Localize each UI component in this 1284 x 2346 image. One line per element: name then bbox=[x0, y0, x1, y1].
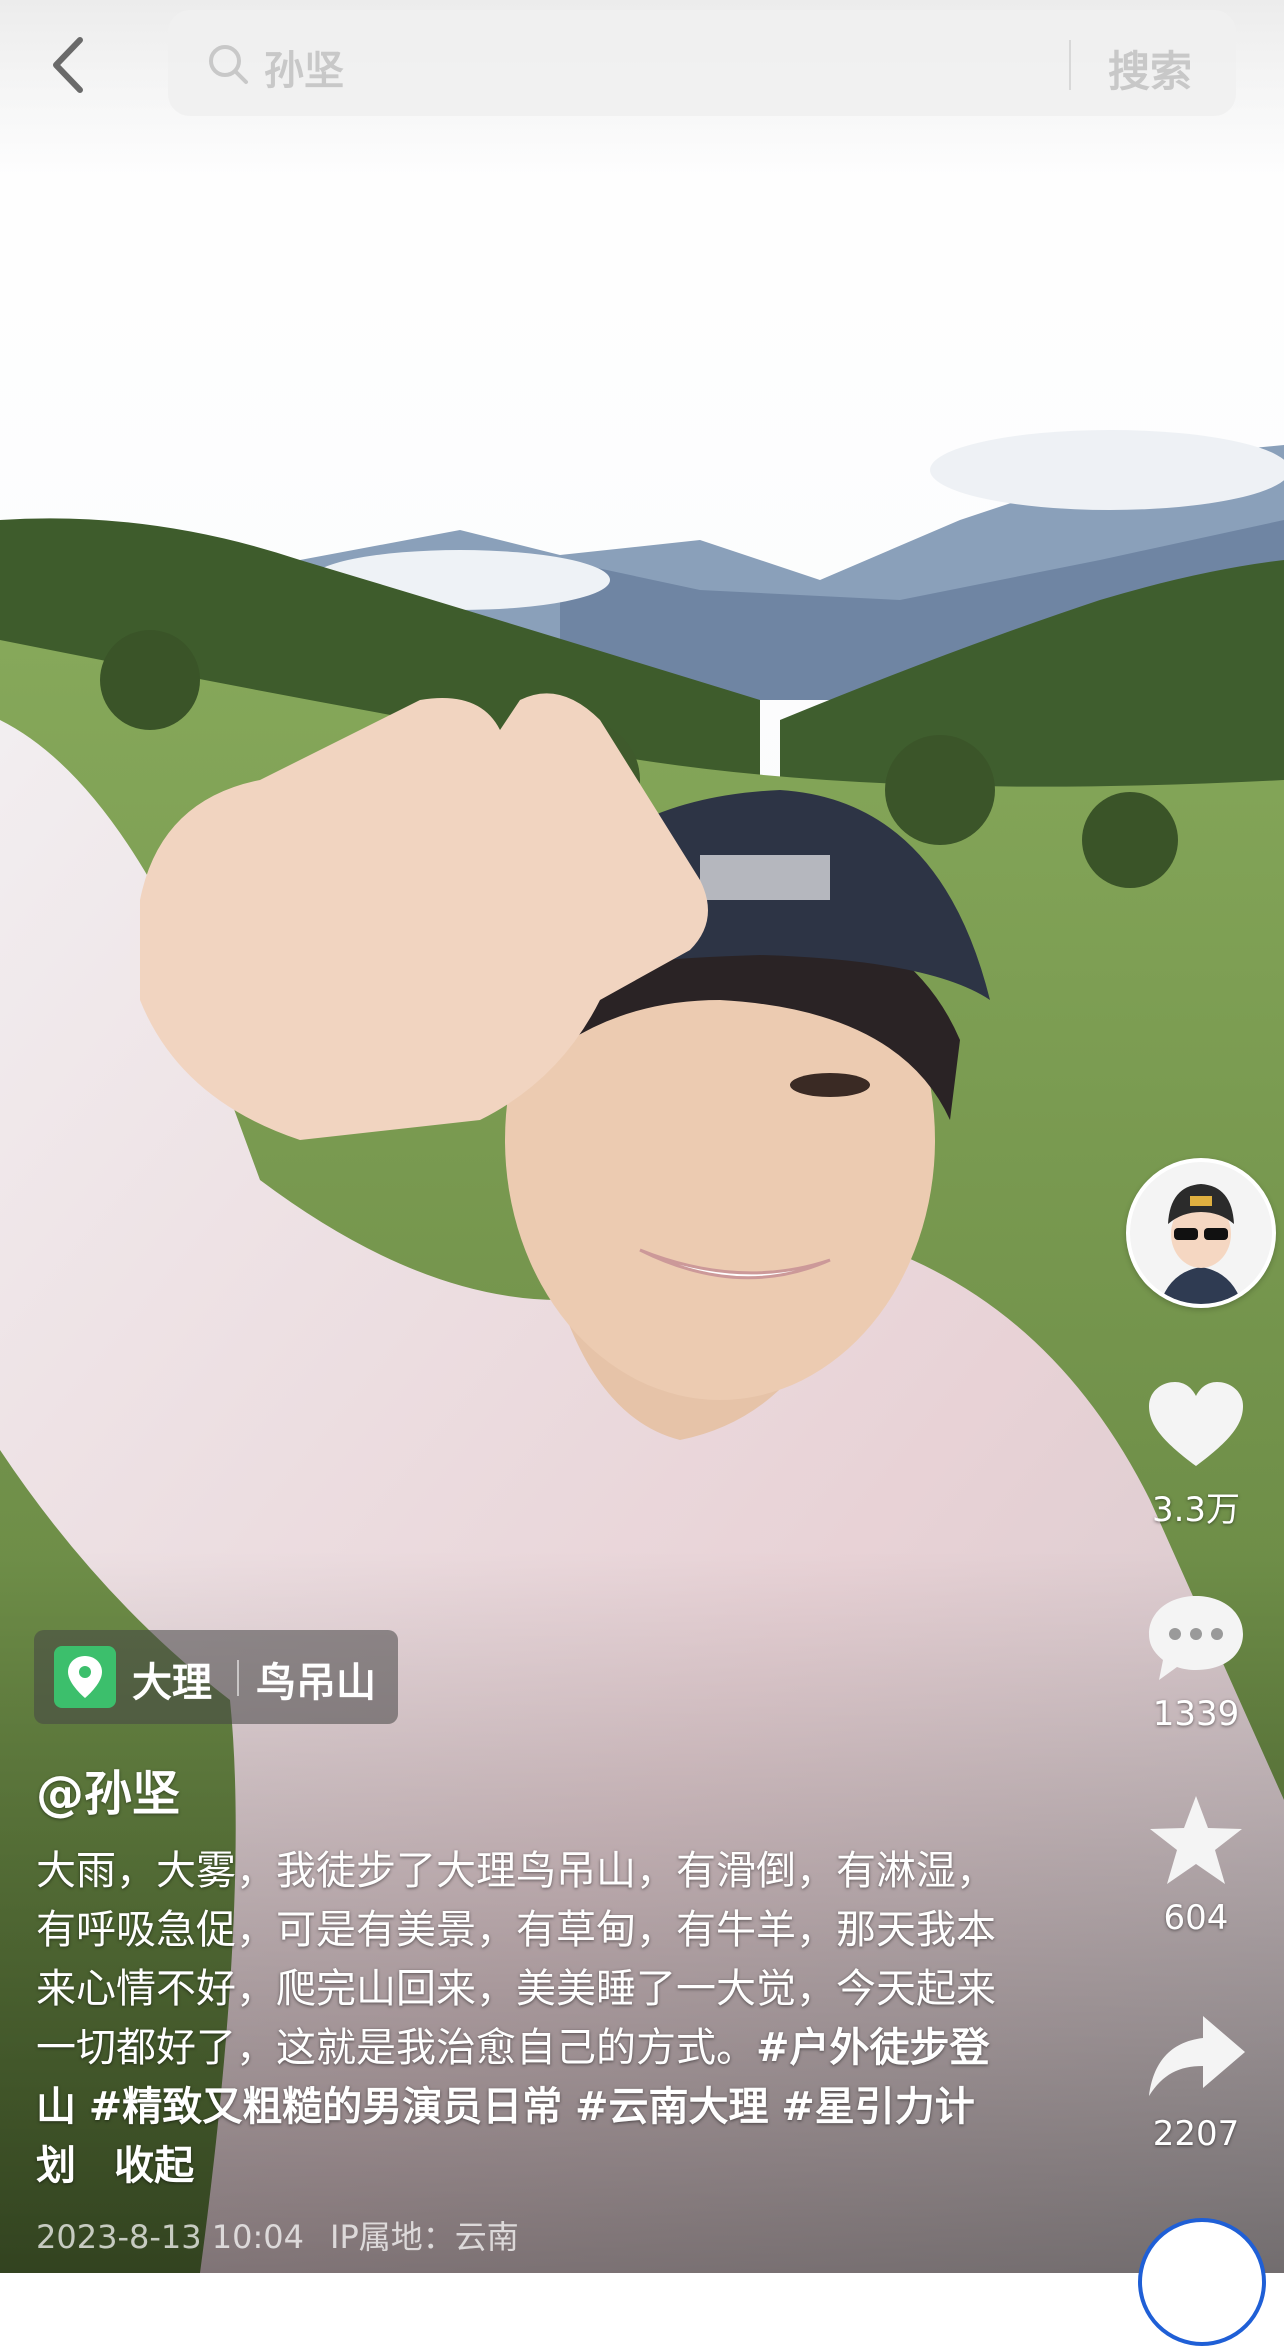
location-divider bbox=[237, 1660, 239, 1696]
post-caption: 大雨，大雾，我徒步了大理鸟吊山，有滑倒，有淋湿，有呼吸急促，可是有美景，有草甸，… bbox=[36, 1842, 996, 2196]
share-count: 2207 bbox=[1152, 2114, 1240, 2154]
location-pin-icon bbox=[54, 1646, 116, 1708]
top-search-bar: 孙坚 搜索 bbox=[0, 0, 1284, 180]
author-avatar[interactable] bbox=[1126, 1158, 1276, 1308]
comment-bubble-icon bbox=[1149, 1596, 1243, 1680]
search-icon bbox=[209, 45, 248, 84]
back-button[interactable] bbox=[40, 28, 100, 102]
author-name[interactable]: @孙坚 bbox=[36, 1754, 180, 1824]
comment-action[interactable]: 1339 bbox=[1106, 1588, 1284, 1734]
music-disc[interactable] bbox=[1138, 2218, 1266, 2346]
like-count: 3.3万 bbox=[1151, 1490, 1241, 1530]
post-timestamp: 2023-8-13 10:04 bbox=[36, 2218, 304, 2256]
avatar-image bbox=[1130, 1162, 1272, 1304]
favorite-action[interactable]: 604 bbox=[1106, 1792, 1284, 1938]
search-query-text: 孙坚 bbox=[264, 48, 344, 94]
chevron-left-icon bbox=[53, 37, 83, 93]
like-action[interactable]: 3.3万 bbox=[1106, 1376, 1284, 1531]
star-icon bbox=[1150, 1796, 1242, 1884]
share-action[interactable]: 2207 bbox=[1106, 2008, 1284, 2154]
comment-count: 1339 bbox=[1152, 1694, 1240, 1734]
hashtag[interactable]: #精致又粗糙的男演员日常 bbox=[89, 2084, 563, 2130]
search-input[interactable]: 孙坚 搜索 bbox=[168, 10, 1236, 116]
ip-location: IP属地：云南 bbox=[330, 2218, 519, 2256]
share-arrow-icon bbox=[1149, 2016, 1245, 2096]
search-divider bbox=[1069, 40, 1071, 90]
search-button[interactable]: 搜索 bbox=[1108, 38, 1192, 99]
favorite-count: 604 bbox=[1163, 1898, 1229, 1938]
hashtag[interactable]: #云南大理 bbox=[575, 2084, 769, 2130]
heart-icon bbox=[1149, 1382, 1243, 1466]
location-city: 大理 bbox=[132, 1660, 212, 1706]
location-poi: 鸟吊山 bbox=[256, 1660, 376, 1706]
post-meta: 2023-8-13 10:04 IP属地：云南 bbox=[36, 2212, 519, 2258]
location-tag[interactable]: 大理 鸟吊山 bbox=[34, 1630, 398, 1724]
collapse-link[interactable]: 收起 bbox=[114, 2143, 194, 2189]
